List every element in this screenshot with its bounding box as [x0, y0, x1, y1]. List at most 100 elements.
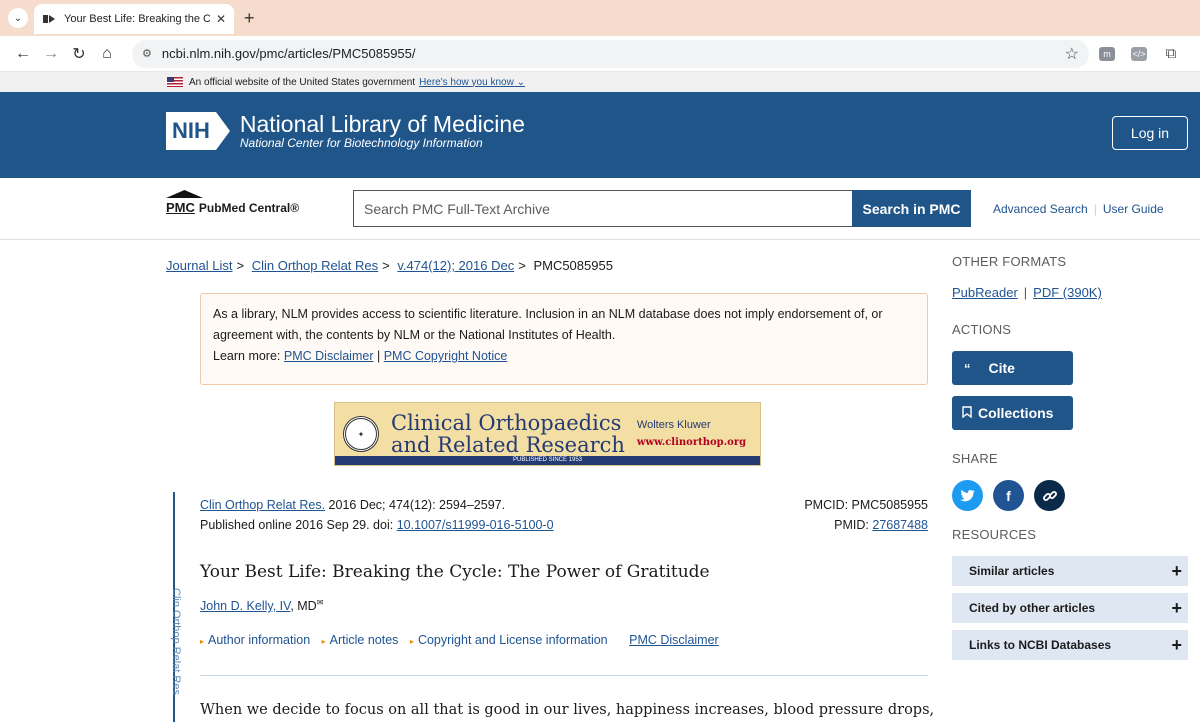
cite-button[interactable]: “Cite: [952, 351, 1073, 385]
address-url[interactable]: ncbi.nlm.nih.gov/pmc/articles/PMC5085955…: [162, 46, 1065, 61]
advanced-search-link[interactable]: Advanced Search: [993, 202, 1088, 216]
plus-icon: +: [1171, 560, 1182, 581]
article-ids: PMCID: PMC5085955 PMID: 27687488: [804, 495, 928, 535]
triangle-right-icon: ▸: [321, 637, 326, 646]
share-heading: SHARE: [952, 451, 998, 466]
other-formats-heading: OTHER FORMATS: [952, 254, 1067, 269]
formats-links: PubReader | PDF (390K): [952, 285, 1102, 300]
pmc-roof-icon: [166, 190, 203, 198]
nih-logo-chevron: [215, 112, 230, 150]
copyright-info-toggle[interactable]: ▸ Copyright and License information: [410, 633, 608, 647]
doi-link[interactable]: 10.1007/s11999-016-5100-0: [397, 518, 554, 532]
main-content: Journal List > Clin Orthop Relat Res > v.4…: [0, 240, 1200, 722]
resources-list: Similar articles + Cited by other article…: [952, 556, 1192, 660]
triangle-right-icon: ▸: [409, 637, 414, 646]
journal-banner[interactable]: ✦ Clinical Orthopaedics and Related Rese…: [334, 402, 761, 466]
article-notes-toggle[interactable]: ▸ Article notes: [322, 633, 399, 647]
back-arrow-icon[interactable]: ←: [10, 45, 36, 63]
article-title: Your Best Life: Breaking the Cycle: The …: [200, 562, 710, 582]
pubreader-link[interactable]: PubReader: [952, 285, 1018, 300]
nlm-title: National Library of Medicine: [239, 111, 525, 137]
browser-toolbar: ← → ↻ ⌂ ⚙ ncbi.nlm.nih.gov/pmc/articles/…: [0, 36, 1200, 72]
us-flag-icon: [167, 77, 183, 87]
extensions-puzzle-icon[interactable]: ⧉: [1157, 45, 1185, 62]
forward-arrow-icon[interactable]: →: [38, 45, 64, 63]
link-icon[interactable]: [1034, 480, 1065, 511]
extension-m-icon[interactable]: m: [1093, 46, 1121, 61]
browser-tab[interactable]: Your Best Life: Breaking the Cyc ✕: [34, 4, 234, 34]
breadcrumb-issue[interactable]: v.474(12); 2016 Dec: [397, 258, 514, 273]
facebook-icon[interactable]: f: [993, 480, 1024, 511]
divider: [200, 675, 928, 676]
journal-seal-icon: ✦: [343, 416, 379, 452]
user-guide-link[interactable]: User Guide: [1103, 202, 1164, 216]
nlm-header: NIH National Library of Medicine Nationa…: [0, 92, 1200, 178]
quote-icon: “: [964, 360, 971, 376]
journal-site: www.clinorthop.org: [636, 437, 747, 448]
pdf-link[interactable]: PDF (390K): [1033, 285, 1102, 300]
journal-banner-publisher: Wolters Kluwer www.clinorthop.org: [637, 416, 746, 452]
search-button[interactable]: Search in PMC: [852, 190, 971, 227]
bookmark-star-icon[interactable]: ☆: [1065, 44, 1079, 64]
tab-search-chevron-icon[interactable]: ⌄: [8, 8, 28, 28]
reload-icon[interactable]: ↻: [66, 44, 92, 64]
pmc-disclaimer-article-link[interactable]: PMC Disclaimer: [629, 633, 719, 647]
new-tab-icon[interactable]: +: [244, 8, 255, 29]
pmc-search-row: PMC PubMed Central® Search PMC Full-Text…: [0, 178, 1200, 240]
address-bar[interactable]: ⚙ ncbi.nlm.nih.gov/pmc/articles/PMC50859…: [132, 39, 1089, 68]
pmid-link[interactable]: 27687488: [872, 518, 928, 532]
resources-heading: RESOURCES: [952, 527, 1037, 542]
nlm-logo[interactable]: NIH National Library of Medicine Nationa…: [166, 112, 525, 150]
journal-banner-title: Clinical Orthopaedics and Related Resear…: [391, 411, 625, 457]
article-citation: Clin Orthop Relat Res. 2016 Dec; 474(12)…: [200, 498, 554, 532]
gov-banner: An official website of the United States…: [0, 72, 1200, 92]
pmc-copyright-link[interactable]: PMC Copyright Notice: [384, 349, 508, 363]
wolters-kluwer-logo: Wolters Kluwer: [636, 419, 711, 431]
tab-title: Your Best Life: Breaking the Cyc: [64, 13, 210, 25]
bookmark-icon: [962, 405, 972, 421]
breadcrumb-journal-list[interactable]: Journal List: [166, 258, 232, 273]
home-icon[interactable]: ⌂: [94, 45, 120, 63]
gov-banner-text: An official website of the United States…: [189, 76, 416, 88]
similar-articles-toggle[interactable]: Similar articles +: [952, 556, 1188, 586]
site-info-icon[interactable]: ⚙: [142, 47, 152, 60]
actions-heading: ACTIONS: [952, 322, 1012, 337]
article-author: John D. Kelly, IV, MD✉: [200, 598, 324, 614]
article-body-text: When we decide to focus on all that is g…: [200, 702, 935, 718]
pmc-logo-abbr: PMC: [166, 200, 195, 215]
right-sidebar: OTHER FORMATS PubReader | PDF (390K) ACTIO…: [952, 240, 1192, 667]
plus-icon: +: [1171, 634, 1182, 655]
search-input[interactable]: Search PMC Full-Text Archive: [353, 190, 852, 227]
breadcrumb-journal[interactable]: Clin Orthop Relat Res: [252, 258, 378, 273]
author-link[interactable]: John D. Kelly, IV: [200, 599, 290, 613]
heres-how-link[interactable]: Here's how you know ⌄: [419, 77, 525, 88]
cited-by-toggle[interactable]: Cited by other articles +: [952, 593, 1188, 623]
nlm-disclaimer-notice: As a library, NLM provides access to sci…: [200, 293, 928, 385]
author-info-toggle[interactable]: ▸ Author information: [200, 633, 310, 647]
collections-button[interactable]: Collections: [952, 396, 1073, 430]
browser-tabbar: ⌄ Your Best Life: Breaking the Cyc ✕ +: [0, 0, 1200, 36]
login-button[interactable]: Log in: [1112, 116, 1188, 150]
email-icon[interactable]: ✉: [317, 598, 324, 607]
notice-text: As a library, NLM provides access to sci…: [213, 307, 883, 342]
nlm-subtitle: National Center for Biotechnology Inform…: [239, 136, 483, 150]
article-info-links: ▸ Author information ▸ Article notes ▸ Copy…: [200, 633, 719, 647]
pmcid: PMCID: PMC5085955: [804, 498, 928, 512]
triangle-right-icon: ▸: [200, 637, 205, 646]
journal-banner-strip: PUBLISHED SINCE 1953: [335, 456, 760, 465]
ncbi-links-toggle[interactable]: Links to NCBI Databases +: [952, 630, 1188, 660]
journal-link[interactable]: Clin Orthop Relat Res.: [200, 498, 325, 512]
extension-code-icon[interactable]: </>: [1125, 46, 1153, 61]
tab-favicon-icon: [42, 12, 56, 26]
nih-logo-box: NIH: [166, 112, 216, 150]
close-tab-icon[interactable]: ✕: [216, 12, 226, 26]
breadcrumb: Journal List > Clin Orthop Relat Res > v.4…: [166, 258, 613, 273]
plus-icon: +: [1171, 597, 1182, 618]
notice-learn-more: Learn more: PMC Disclaimer | PMC Copyrig…: [213, 349, 508, 363]
pmc-logo[interactable]: PMC PubMed Central®: [166, 190, 299, 215]
pmc-logo-name: PubMed Central®: [198, 201, 300, 215]
pmc-disclaimer-link[interactable]: PMC Disclaimer: [284, 349, 374, 363]
twitter-icon[interactable]: [952, 480, 983, 511]
breadcrumb-current: PMC5085955: [533, 258, 613, 273]
share-buttons: f: [952, 480, 1192, 511]
